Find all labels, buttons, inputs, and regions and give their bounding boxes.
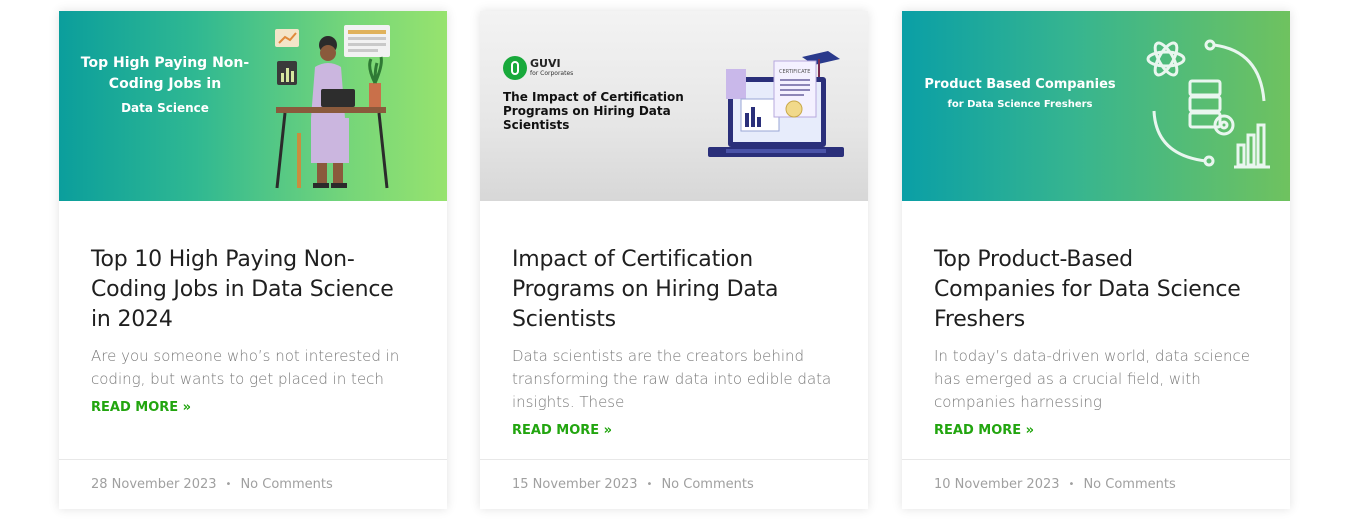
brand-name: GUVI (530, 57, 561, 70)
post-card: GUVI for Corporates The Impact of Certif… (480, 11, 868, 509)
post-title[interactable]: Top Product-Based Companies for Data Sci… (934, 245, 1258, 335)
read-more-link[interactable]: READ MORE » (934, 423, 1034, 438)
thumbnail-title: Top High Paying Non-Coding Jobs in (80, 55, 250, 92)
post-thumbnail[interactable]: Product Based Companies for Data Science… (902, 11, 1290, 201)
post-comments: No Comments (1083, 477, 1176, 492)
post-title[interactable]: Top 10 High Paying Non-Coding Jobs in Da… (91, 245, 415, 335)
meta-separator: • (225, 479, 232, 490)
post-body: Top 10 High Paying Non-Coding Jobs in Da… (59, 201, 447, 459)
meta-separator: • (1068, 479, 1075, 490)
post-body: Impact of Certification Programs on Hiri… (480, 201, 868, 459)
post-excerpt: Data scientists are the creators behind … (512, 347, 832, 411)
certificate-label: CERTIFICATE (779, 69, 810, 75)
thumbnail-subtitle: Data Science (121, 101, 209, 115)
post-title[interactable]: Impact of Certification Programs on Hiri… (512, 245, 836, 335)
read-more-link[interactable]: READ MORE » (91, 400, 191, 415)
post-meta: 15 November 2023 • No Comments (480, 459, 868, 509)
post-date: 15 November 2023 (512, 477, 638, 492)
post-comments: No Comments (240, 477, 333, 492)
post-date: 10 November 2023 (934, 477, 1060, 492)
posts-grid: Top High Paying Non-Coding Jobs in Data … (59, 11, 1291, 509)
post-excerpt: In today’s data-driven world, data scien… (934, 347, 1250, 411)
read-more-link[interactable]: READ MORE » (512, 423, 612, 438)
post-body: Top Product-Based Companies for Data Sci… (902, 201, 1290, 459)
post-card: Top High Paying Non-Coding Jobs in Data … (59, 11, 447, 509)
post-thumbnail[interactable]: Top High Paying Non-Coding Jobs in Data … (59, 11, 447, 201)
post-card: Product Based Companies for Data Science… (902, 11, 1290, 509)
post-date: 28 November 2023 (91, 477, 217, 492)
post-thumbnail[interactable]: GUVI for Corporates The Impact of Certif… (480, 11, 868, 201)
thumbnail-title: Product Based Companies (924, 77, 1116, 92)
thumbnail-subtitle: for Data Science Freshers (947, 99, 1093, 110)
guvi-logo-icon (503, 56, 527, 80)
data-science-icons-illustration (1146, 39, 1270, 169)
thumbnail-title: The Impact of Certification Programs on … (503, 90, 684, 132)
post-meta: 10 November 2023 • No Comments (902, 459, 1290, 509)
post-comments: No Comments (661, 477, 754, 492)
post-meta: 28 November 2023 • No Comments (59, 459, 447, 509)
woman-at-desk-illustration (275, 25, 390, 189)
laptop-certificate-illustration: CERTIFICATE (708, 51, 844, 157)
brand-subtitle: for Corporates (530, 70, 574, 77)
post-excerpt: Are you someone who’s not interested in … (91, 347, 400, 388)
meta-separator: • (646, 479, 653, 490)
